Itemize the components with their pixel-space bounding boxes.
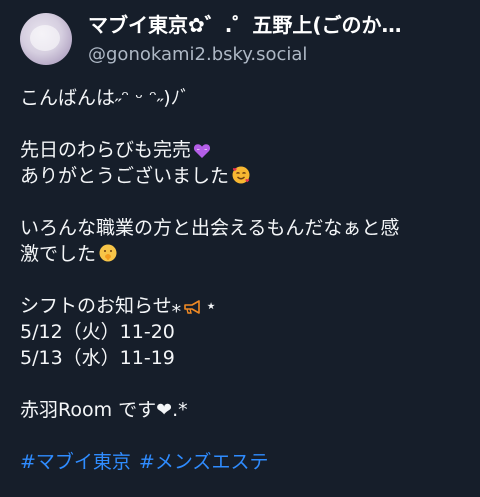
hashtag-list: #マブイ東京 #メンズエステ — [20, 449, 465, 475]
shift-star-right: ⋆ — [205, 295, 218, 317]
display-name[interactable]: マブイ東京✿゛.゜五野上(ごのか… — [88, 12, 468, 38]
thanks-text: ありがとうございました — [20, 165, 230, 187]
met-line-1: いろんな職業の方と出会えるもんだなぁと感 — [20, 217, 400, 239]
avatar[interactable] — [20, 13, 72, 65]
shift-entry: 5/13（水）11-19 — [20, 347, 175, 369]
hashtag-link[interactable]: #メンズエステ — [139, 451, 269, 473]
post-card: マブイ東京✿゛.゜五野上(ごのか… @gonokami2.bsky.social… — [0, 0, 480, 497]
shift-star-left: ⁎ — [171, 295, 182, 317]
shift-entry: 5/12（火）11-20 — [20, 321, 175, 343]
shift-line: シフトのお知らせ⁎ ⋆ — [20, 293, 465, 319]
smiling-face-with-hearts-icon — [232, 166, 250, 184]
met-text-2: 激でした — [20, 243, 97, 265]
greeting-line: こんばんは˶ᵔ ᵕ ᵔ˶)ﾉﾞ — [20, 87, 190, 109]
thanks-line: ありがとうございました — [20, 163, 465, 189]
sold-out-line: 先日のわらびも完売 — [20, 137, 465, 163]
purple-heart-icon — [193, 144, 211, 158]
met-line-2: 激でした — [20, 241, 465, 267]
room-line: 赤羽Room です❤︎.* — [20, 399, 188, 421]
shift-text: シフトのお知らせ — [20, 295, 172, 317]
shushing-face-icon — [99, 244, 117, 262]
hashtag-link[interactable]: #マブイ東京 — [20, 451, 131, 473]
user-handle[interactable]: @gonokami2.bsky.social — [88, 44, 307, 66]
post-text: こんばんは˶ᵔ ᵕ ᵔ˶)ﾉﾞ 先日のわらびも完売 ありがとうございました いろ… — [20, 85, 465, 475]
sold-out-text: 先日のわらびも完売 — [20, 139, 192, 161]
megaphone-icon — [184, 300, 200, 314]
